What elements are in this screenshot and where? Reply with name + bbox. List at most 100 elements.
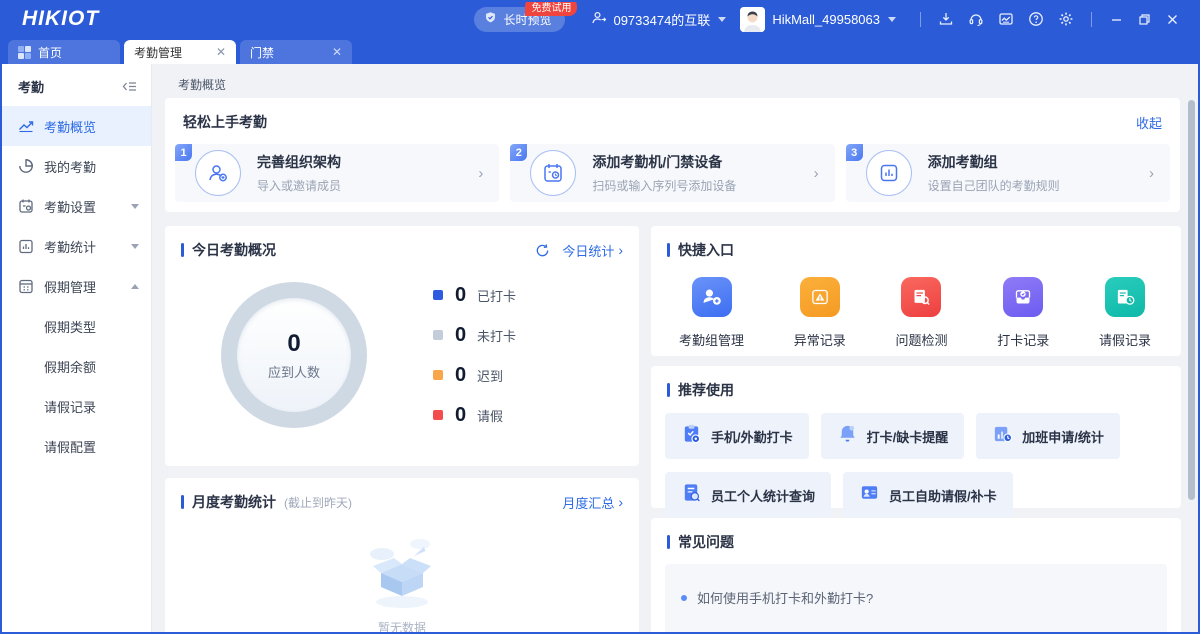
issue-detect-icon [901, 277, 941, 317]
tab-access-control[interactable]: 门禁 ✕ [240, 40, 352, 64]
tab-close-icon[interactable]: ✕ [326, 45, 342, 59]
chevron-right-icon [618, 242, 623, 258]
legend-label: 未打卡 [477, 326, 516, 345]
sidebar-item-attendance-statistics[interactable]: 考勤统计 [2, 226, 151, 266]
user-add-icon [692, 277, 732, 317]
close-button[interactable] [1158, 6, 1186, 32]
sidebar-subitem-leave-config[interactable]: 请假配置 [2, 426, 151, 466]
quick-item-issue-detection[interactable]: 问题检测 [895, 277, 947, 349]
step-desc: 设置自己团队的考勤规则 [928, 177, 1149, 194]
step-title: 添加考勤机/门禁设备 [592, 152, 813, 172]
vertical-scrollbar[interactable] [1188, 100, 1195, 632]
legend-value: 0 [455, 324, 477, 347]
onboarding-step-device[interactable]: 2 添加考勤机/门禁设备 扫码或输入序列号添加设备 › [510, 144, 834, 202]
home-grid-icon [18, 46, 31, 59]
support-headset-icon[interactable] [961, 6, 991, 32]
user-menu[interactable]: HikMall_49958063 [772, 12, 896, 27]
legend-item-on-leave: 0 请假 [433, 404, 516, 427]
chevron-up-icon [131, 284, 139, 289]
recommended-personal-stats-button[interactable]: 员工个人统计查询 [665, 472, 831, 518]
link-label: 今日统计 [562, 241, 614, 260]
switch-account-icon [591, 10, 607, 29]
recommended-label: 员工个人统计查询 [711, 486, 815, 505]
recommended-overtime-button[interactable]: 加班申请/统计 [976, 413, 1120, 459]
legend-swatch [433, 330, 443, 340]
refresh-icon[interactable] [535, 243, 550, 258]
workbench-icon[interactable] [991, 6, 1021, 32]
sidebar-item-holiday-management[interactable]: 假期管理 [2, 266, 151, 306]
title-accent-bar [667, 243, 670, 257]
tab-bar: 首页 考勤管理 ✕ 门禁 ✕ [0, 38, 1200, 64]
minimize-button[interactable] [1102, 6, 1130, 32]
step-desc: 扫码或输入序列号添加设备 [592, 177, 813, 194]
legend-value: 0 [455, 284, 477, 307]
app-window: HIKIOT 长时预览 免费试用 09733474的互联 HikMall_499… [0, 0, 1200, 634]
onboarding-step-group[interactable]: 3 添加考勤组 设置自己团队的考勤规则 › [846, 144, 1170, 202]
sidebar-item-my-attendance[interactable]: 我的考勤 [2, 146, 151, 186]
calendar-chart-icon [18, 238, 34, 254]
sidebar-item-label: 假期管理 [44, 277, 131, 296]
app-logo: HIKIOT [22, 7, 99, 31]
clipboard-pin-icon [681, 423, 702, 449]
sidebar-subitem-leave-records[interactable]: 请假记录 [2, 386, 151, 426]
faq-card: 常见问题 如何使用手机打卡和外勤打卡? 他人如何查看个人统计或团队统计? [651, 518, 1181, 632]
help-icon[interactable] [1021, 6, 1051, 32]
scrollbar-thumb[interactable] [1188, 100, 1195, 500]
breadcrumb: 考勤概览 [178, 76, 226, 93]
recommended-punch-reminder-button[interactable]: 打卡/缺卡提醒 [821, 413, 965, 459]
quick-item-leave-records[interactable]: 请假记录 [1099, 277, 1151, 349]
chevron-down-icon [131, 204, 139, 209]
org-switcher[interactable]: 09733474的互联 [591, 10, 726, 29]
sidebar-item-attendance-overview[interactable]: 考勤概览 [2, 106, 151, 146]
step-desc: 导入或邀请成员 [257, 177, 478, 194]
today-stats-link[interactable]: 今日统计 [562, 241, 623, 260]
punch-record-icon [1003, 277, 1043, 317]
donut-legend: 0 已打卡 0 未打卡 0 迟到 0 [433, 284, 516, 427]
monthly-summary-link[interactable]: 月度汇总 [562, 493, 623, 512]
tab-attendance-management[interactable]: 考勤管理 ✕ [124, 40, 236, 64]
legend-item-late: 0 迟到 [433, 364, 516, 387]
top-bar: HIKIOT 长时预览 免费试用 09733474的互联 HikMall_499… [0, 0, 1200, 38]
legend-label: 迟到 [477, 366, 503, 385]
quick-item-exception-records[interactable]: 异常记录 [794, 277, 846, 349]
preview-button[interactable]: 长时预览 免费试用 [474, 7, 565, 32]
sidebar-subitem-holiday-type[interactable]: 假期类型 [2, 306, 151, 346]
title-accent-bar [181, 495, 184, 509]
sidebar-item-label: 考勤统计 [44, 237, 131, 256]
legend-value: 0 [455, 404, 477, 427]
faq-question[interactable]: 如何使用手机打卡和外勤打卡? [681, 588, 1151, 607]
quick-item-label: 打卡记录 [997, 330, 1049, 349]
settings-gear-icon[interactable] [1051, 6, 1081, 32]
quick-item-punch-records[interactable]: 打卡记录 [997, 277, 1049, 349]
avatar[interactable] [740, 7, 765, 32]
sidebar-subitem-holiday-balance[interactable]: 假期余额 [2, 346, 151, 386]
collapse-link[interactable]: 收起 [1136, 113, 1162, 132]
sidebar-collapse-icon[interactable] [122, 80, 137, 93]
tab-close-icon[interactable]: ✕ [210, 45, 226, 59]
restore-button[interactable] [1130, 6, 1158, 32]
sidebar-item-attendance-settings[interactable]: 考勤设置 [2, 186, 151, 226]
download-icon[interactable] [931, 6, 961, 32]
title-accent-bar [667, 383, 670, 397]
empty-state-text: 暂无数据 [378, 619, 426, 632]
quick-item-attendance-group[interactable]: 考勤组管理 [679, 277, 744, 349]
recommended-label: 加班申请/统计 [1022, 427, 1104, 446]
chevron-down-icon [718, 17, 726, 22]
tab-label: 考勤管理 [134, 44, 210, 61]
onboarding-step-org[interactable]: 1 完善组织架构 导入或邀请成员 › [175, 144, 499, 202]
recommended-mobile-punch-button[interactable]: 手机/外勤打卡 [665, 413, 809, 459]
sidebar: 考勤 考勤概览 我的考勤 考勤设置 [2, 64, 152, 632]
empty-box-illustration [354, 528, 450, 617]
trend-chart-icon [18, 118, 34, 134]
recommended-self-service-button[interactable]: 员工自助请假/补卡 [843, 472, 1013, 518]
step-number-badge: 3 [846, 144, 863, 161]
monthly-stats-card: 月度考勤统计 (截止到昨天) 月度汇总 暂无数据 [165, 478, 639, 632]
sidebar-subitem-label: 假期余额 [44, 357, 96, 376]
step-number-badge: 2 [510, 144, 527, 161]
step-title: 添加考勤组 [928, 152, 1149, 172]
recommended-label: 手机/外勤打卡 [711, 427, 793, 446]
tab-home[interactable]: 首页 [8, 40, 120, 64]
overtime-chart-icon [992, 423, 1013, 449]
card-person-icon [859, 482, 880, 508]
chevron-right-icon: › [814, 165, 819, 182]
